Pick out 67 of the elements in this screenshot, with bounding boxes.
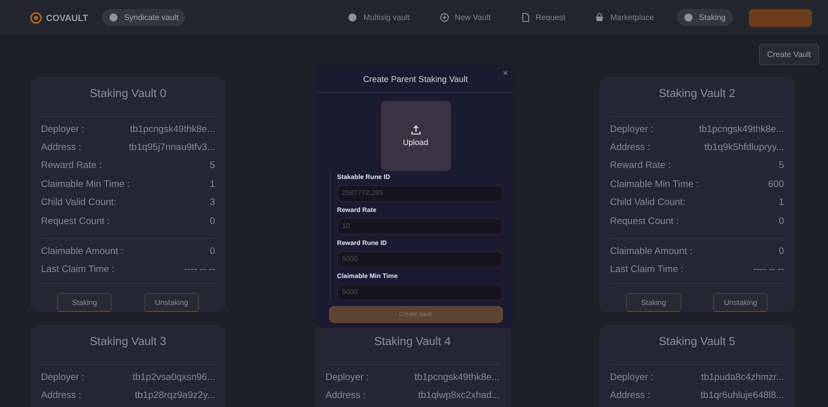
vault-title: Staking Vault 2 xyxy=(658,87,736,102)
upload-area[interactable]: Upload xyxy=(380,101,450,171)
vault-title: Staking Vault 5 xyxy=(658,335,736,350)
field-value: 0 xyxy=(778,216,784,227)
field-label: Request Count : xyxy=(41,216,110,227)
nav-link[interactable]: New Vault xyxy=(432,9,498,26)
field-value: tb1puda8c4zhmzr... xyxy=(701,372,784,383)
field-value: tb1pcngsk49thk8e... xyxy=(698,124,784,135)
field-value: 600 xyxy=(768,178,784,190)
field-label: Deployer : xyxy=(326,372,369,383)
field-value: ---- -- -- xyxy=(753,264,784,276)
field-value: tb1pcngsk49thk8e... xyxy=(414,372,500,383)
field-value: 1 xyxy=(210,178,215,190)
field-label: Address : xyxy=(41,390,82,402)
modal-title: Create Parent Staking Vault xyxy=(363,74,468,84)
create-vault-button[interactable]: Create Vault xyxy=(759,44,819,65)
field-label: Claimable Min Time : xyxy=(610,178,699,190)
logo-text: COVAULT xyxy=(46,12,88,22)
field-value: 1 xyxy=(778,197,784,208)
logo-icon xyxy=(30,12,42,24)
nav-link[interactable]: Marketplace xyxy=(588,9,661,26)
field-label: Deployer : xyxy=(610,124,654,135)
field-label: Address : xyxy=(610,142,650,154)
field-label: Claimable Amount : xyxy=(610,246,692,258)
field-label: Reward Rate : xyxy=(610,160,671,172)
header-action-button[interactable] xyxy=(748,8,812,26)
field-label: Reward Rate : xyxy=(41,160,102,172)
field-value: tb1pcngsk49thk8e... xyxy=(130,124,215,135)
field-value: tb1q95j7nnau9tfv3... xyxy=(128,142,215,154)
document-icon xyxy=(520,13,530,22)
field-value: tb1p28rqz9a9z2y... xyxy=(134,390,215,402)
field-value: tb1p2vsa0qxsn96... xyxy=(132,372,215,383)
bag-icon xyxy=(595,13,604,22)
vault-title: Staking Vault 4 xyxy=(373,335,452,350)
field-label: Address : xyxy=(326,390,366,402)
upload-icon xyxy=(410,125,420,135)
field-value: 5 xyxy=(778,160,784,172)
field-label: Claimable Min Time : xyxy=(41,178,130,190)
field-value: 0 xyxy=(210,246,215,258)
vault-title: Staking Vault 0 xyxy=(88,87,168,102)
field-value: 0 xyxy=(210,216,215,227)
field-label: Deployer : xyxy=(610,372,654,383)
nav-link[interactable]: Request xyxy=(514,9,572,26)
upload-label: Upload xyxy=(402,138,428,147)
field-label: Last Claim Time : xyxy=(610,264,684,276)
field-label: Claimable Amount : xyxy=(41,246,124,258)
field-value: 3 xyxy=(210,197,215,208)
field-value: tb1qr6uhluje648l8... xyxy=(700,390,784,402)
field-label: Child Valid Count: xyxy=(41,197,116,208)
field-value: tb1qlwp8xc2xhad... xyxy=(418,390,500,402)
field-label: Child Valid Count: xyxy=(610,197,686,208)
vault-title: Staking Vault 3 xyxy=(88,335,168,350)
field-label: Request Count : xyxy=(610,216,679,227)
field-label: Address : xyxy=(41,142,82,154)
field-value: ---- -- -- xyxy=(184,264,215,276)
close-button[interactable]: × xyxy=(502,68,508,78)
plus-icon xyxy=(440,13,449,22)
field-label: Deployer : xyxy=(41,372,84,383)
field-value: 5 xyxy=(210,160,215,172)
field-value: tb1q9k5hfdlupryy... xyxy=(704,142,784,154)
nav-link[interactable]: Multisig vault xyxy=(341,9,417,26)
field-label: Address : xyxy=(610,390,650,402)
field-label: Deployer : xyxy=(41,124,84,135)
field-label: Last Claim Time : xyxy=(41,264,114,276)
nav-link[interactable]: Staking xyxy=(676,9,733,26)
nav-link[interactable]: Syndicate vault xyxy=(102,9,186,26)
field-value: 0 xyxy=(778,246,784,258)
